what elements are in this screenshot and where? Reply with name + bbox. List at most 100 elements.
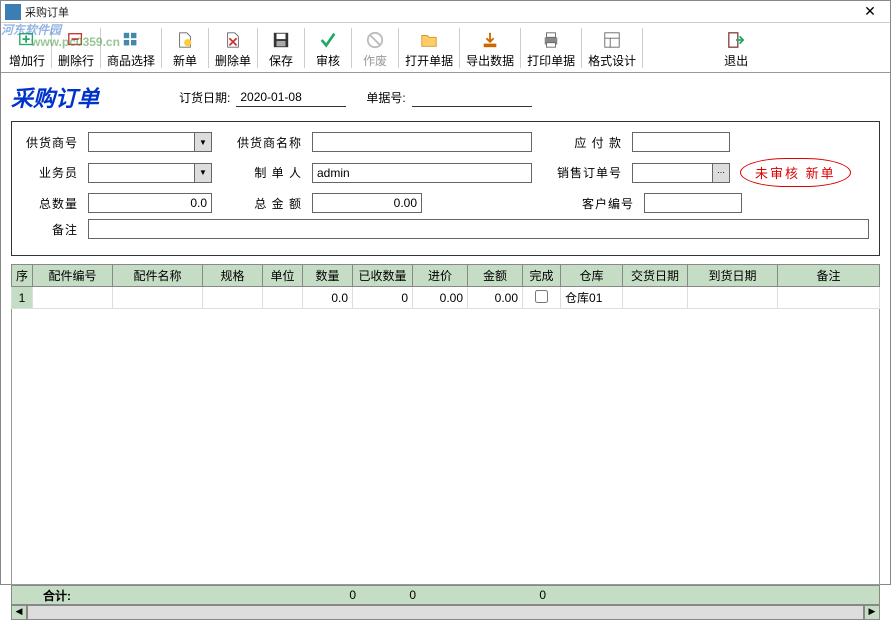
grid-header: 序 配件编号 配件名称 规格 单位 数量 已收数量 进价 金额 完成 仓库 交货… bbox=[11, 264, 880, 309]
cell-spec[interactable] bbox=[203, 287, 263, 309]
plus-icon bbox=[17, 30, 37, 50]
sum-qty: 0 bbox=[102, 588, 362, 602]
del-row-label: 删除行 bbox=[58, 52, 94, 69]
payable-input[interactable] bbox=[632, 132, 730, 152]
supplier-no-input[interactable] bbox=[88, 132, 194, 152]
new-doc-button[interactable]: 新单 bbox=[164, 25, 206, 71]
cust-no-label: 客户编号 bbox=[554, 195, 634, 212]
cell-amount[interactable]: 0.00 bbox=[468, 287, 523, 309]
supplier-no-combo[interactable]: ▼ bbox=[88, 132, 212, 152]
export-button[interactable]: 导出数据 bbox=[462, 25, 518, 71]
toolbar-separator bbox=[257, 28, 258, 68]
cell-qty[interactable]: 0.0 bbox=[303, 287, 353, 309]
del-doc-label: 删除单 bbox=[215, 52, 251, 69]
toolbar: 增加行 删除行 商品选择 新单 删除单 保存 审核 作废 打开单据 导出数据 bbox=[1, 23, 890, 73]
open-doc-button[interactable]: 打开单据 bbox=[401, 25, 457, 71]
maker-input[interactable] bbox=[312, 163, 532, 183]
cell-delivery[interactable] bbox=[623, 287, 688, 309]
scroll-left-icon[interactable]: ◀ bbox=[11, 605, 27, 620]
col-part-no: 配件编号 bbox=[33, 265, 113, 287]
cust-no-input[interactable] bbox=[644, 193, 742, 213]
cell-unit[interactable] bbox=[263, 287, 303, 309]
close-button[interactable]: ✕ bbox=[850, 3, 890, 20]
cell-seq: 1 bbox=[12, 287, 33, 309]
export-icon bbox=[480, 30, 500, 50]
dropdown-icon[interactable]: ▼ bbox=[194, 163, 212, 183]
col-remark: 备注 bbox=[778, 265, 880, 287]
toolbar-separator bbox=[459, 28, 460, 68]
cell-remark[interactable] bbox=[778, 287, 880, 309]
clerk-combo[interactable]: ▼ bbox=[88, 163, 212, 183]
void-label: 作废 bbox=[363, 52, 387, 69]
col-warehouse: 仓库 bbox=[561, 265, 623, 287]
delete-icon bbox=[223, 30, 243, 50]
col-seq: 序 bbox=[12, 265, 33, 287]
toolbar-separator bbox=[161, 28, 162, 68]
scroll-right-icon[interactable]: ▶ bbox=[864, 605, 880, 620]
format-button[interactable]: 格式设计 bbox=[584, 25, 640, 71]
sum-amount: 0 bbox=[422, 588, 552, 602]
col-unit: 单位 bbox=[263, 265, 303, 287]
exit-button[interactable]: 退出 bbox=[715, 25, 757, 71]
cell-price[interactable]: 0.00 bbox=[413, 287, 468, 309]
void-button[interactable]: 作废 bbox=[354, 25, 396, 71]
col-price: 进价 bbox=[413, 265, 468, 287]
supplier-no-label: 供货商号 bbox=[22, 134, 78, 151]
titlebar: 采购订单 ✕ bbox=[1, 1, 890, 23]
add-row-label: 增加行 bbox=[9, 52, 45, 69]
toolbar-separator bbox=[304, 28, 305, 68]
total-qty-input[interactable] bbox=[88, 193, 212, 213]
cell-arrival[interactable] bbox=[688, 287, 778, 309]
print-button[interactable]: 打印单据 bbox=[523, 25, 579, 71]
done-checkbox[interactable] bbox=[535, 290, 548, 303]
toolbar-separator bbox=[100, 28, 101, 68]
sales-order-input[interactable] bbox=[632, 163, 712, 183]
minus-icon bbox=[66, 30, 86, 50]
col-delivery: 交货日期 bbox=[623, 265, 688, 287]
app-icon bbox=[5, 4, 21, 20]
audit-button[interactable]: 审核 bbox=[307, 25, 349, 71]
del-doc-button[interactable]: 删除单 bbox=[211, 25, 255, 71]
add-row-button[interactable]: 增加行 bbox=[5, 25, 49, 71]
cell-done[interactable] bbox=[523, 287, 561, 309]
toolbar-separator bbox=[581, 28, 582, 68]
grid-body-spacer[interactable] bbox=[11, 309, 880, 585]
cell-part-no[interactable] bbox=[33, 287, 113, 309]
remark-input[interactable] bbox=[88, 219, 869, 239]
horizontal-scrollbar[interactable] bbox=[27, 605, 864, 620]
total-amt-input[interactable] bbox=[312, 193, 422, 213]
dropdown-icon[interactable]: ▼ bbox=[194, 132, 212, 152]
grid-icon bbox=[121, 30, 141, 50]
supplier-name-input[interactable] bbox=[312, 132, 532, 152]
audit-label: 审核 bbox=[316, 52, 340, 69]
col-arrival: 到货日期 bbox=[688, 265, 778, 287]
folder-open-icon bbox=[419, 30, 439, 50]
cell-recv-qty[interactable]: 0 bbox=[353, 287, 413, 309]
page-title: 采购订单 bbox=[11, 81, 99, 113]
void-icon bbox=[365, 30, 385, 50]
toolbar-separator bbox=[398, 28, 399, 68]
new-doc-icon bbox=[175, 30, 195, 50]
col-recv-qty: 已收数量 bbox=[353, 265, 413, 287]
exit-label: 退出 bbox=[724, 52, 748, 69]
del-row-button[interactable]: 删除行 bbox=[54, 25, 98, 71]
toolbar-separator bbox=[208, 28, 209, 68]
docno-input[interactable] bbox=[412, 88, 532, 107]
lookup-icon[interactable]: ⋯ bbox=[712, 163, 730, 183]
save-button[interactable]: 保存 bbox=[260, 25, 302, 71]
clerk-input[interactable] bbox=[88, 163, 194, 183]
cell-part-name[interactable] bbox=[113, 287, 203, 309]
cell-warehouse[interactable]: 仓库01 bbox=[561, 287, 623, 309]
col-part-name: 配件名称 bbox=[113, 265, 203, 287]
table-row[interactable]: 1 0.0 0 0.00 0.00 仓库01 bbox=[12, 287, 880, 309]
date-label: 订货日期: bbox=[179, 89, 230, 106]
goods-select-button[interactable]: 商品选择 bbox=[103, 25, 159, 71]
toolbar-separator bbox=[351, 28, 352, 68]
check-icon bbox=[318, 30, 338, 50]
export-label: 导出数据 bbox=[466, 52, 514, 69]
sum-label: 合计: bbox=[12, 587, 102, 604]
save-icon bbox=[271, 30, 291, 50]
date-input[interactable] bbox=[236, 88, 346, 107]
sales-order-combo[interactable]: ⋯ bbox=[632, 163, 730, 183]
col-done: 完成 bbox=[523, 265, 561, 287]
